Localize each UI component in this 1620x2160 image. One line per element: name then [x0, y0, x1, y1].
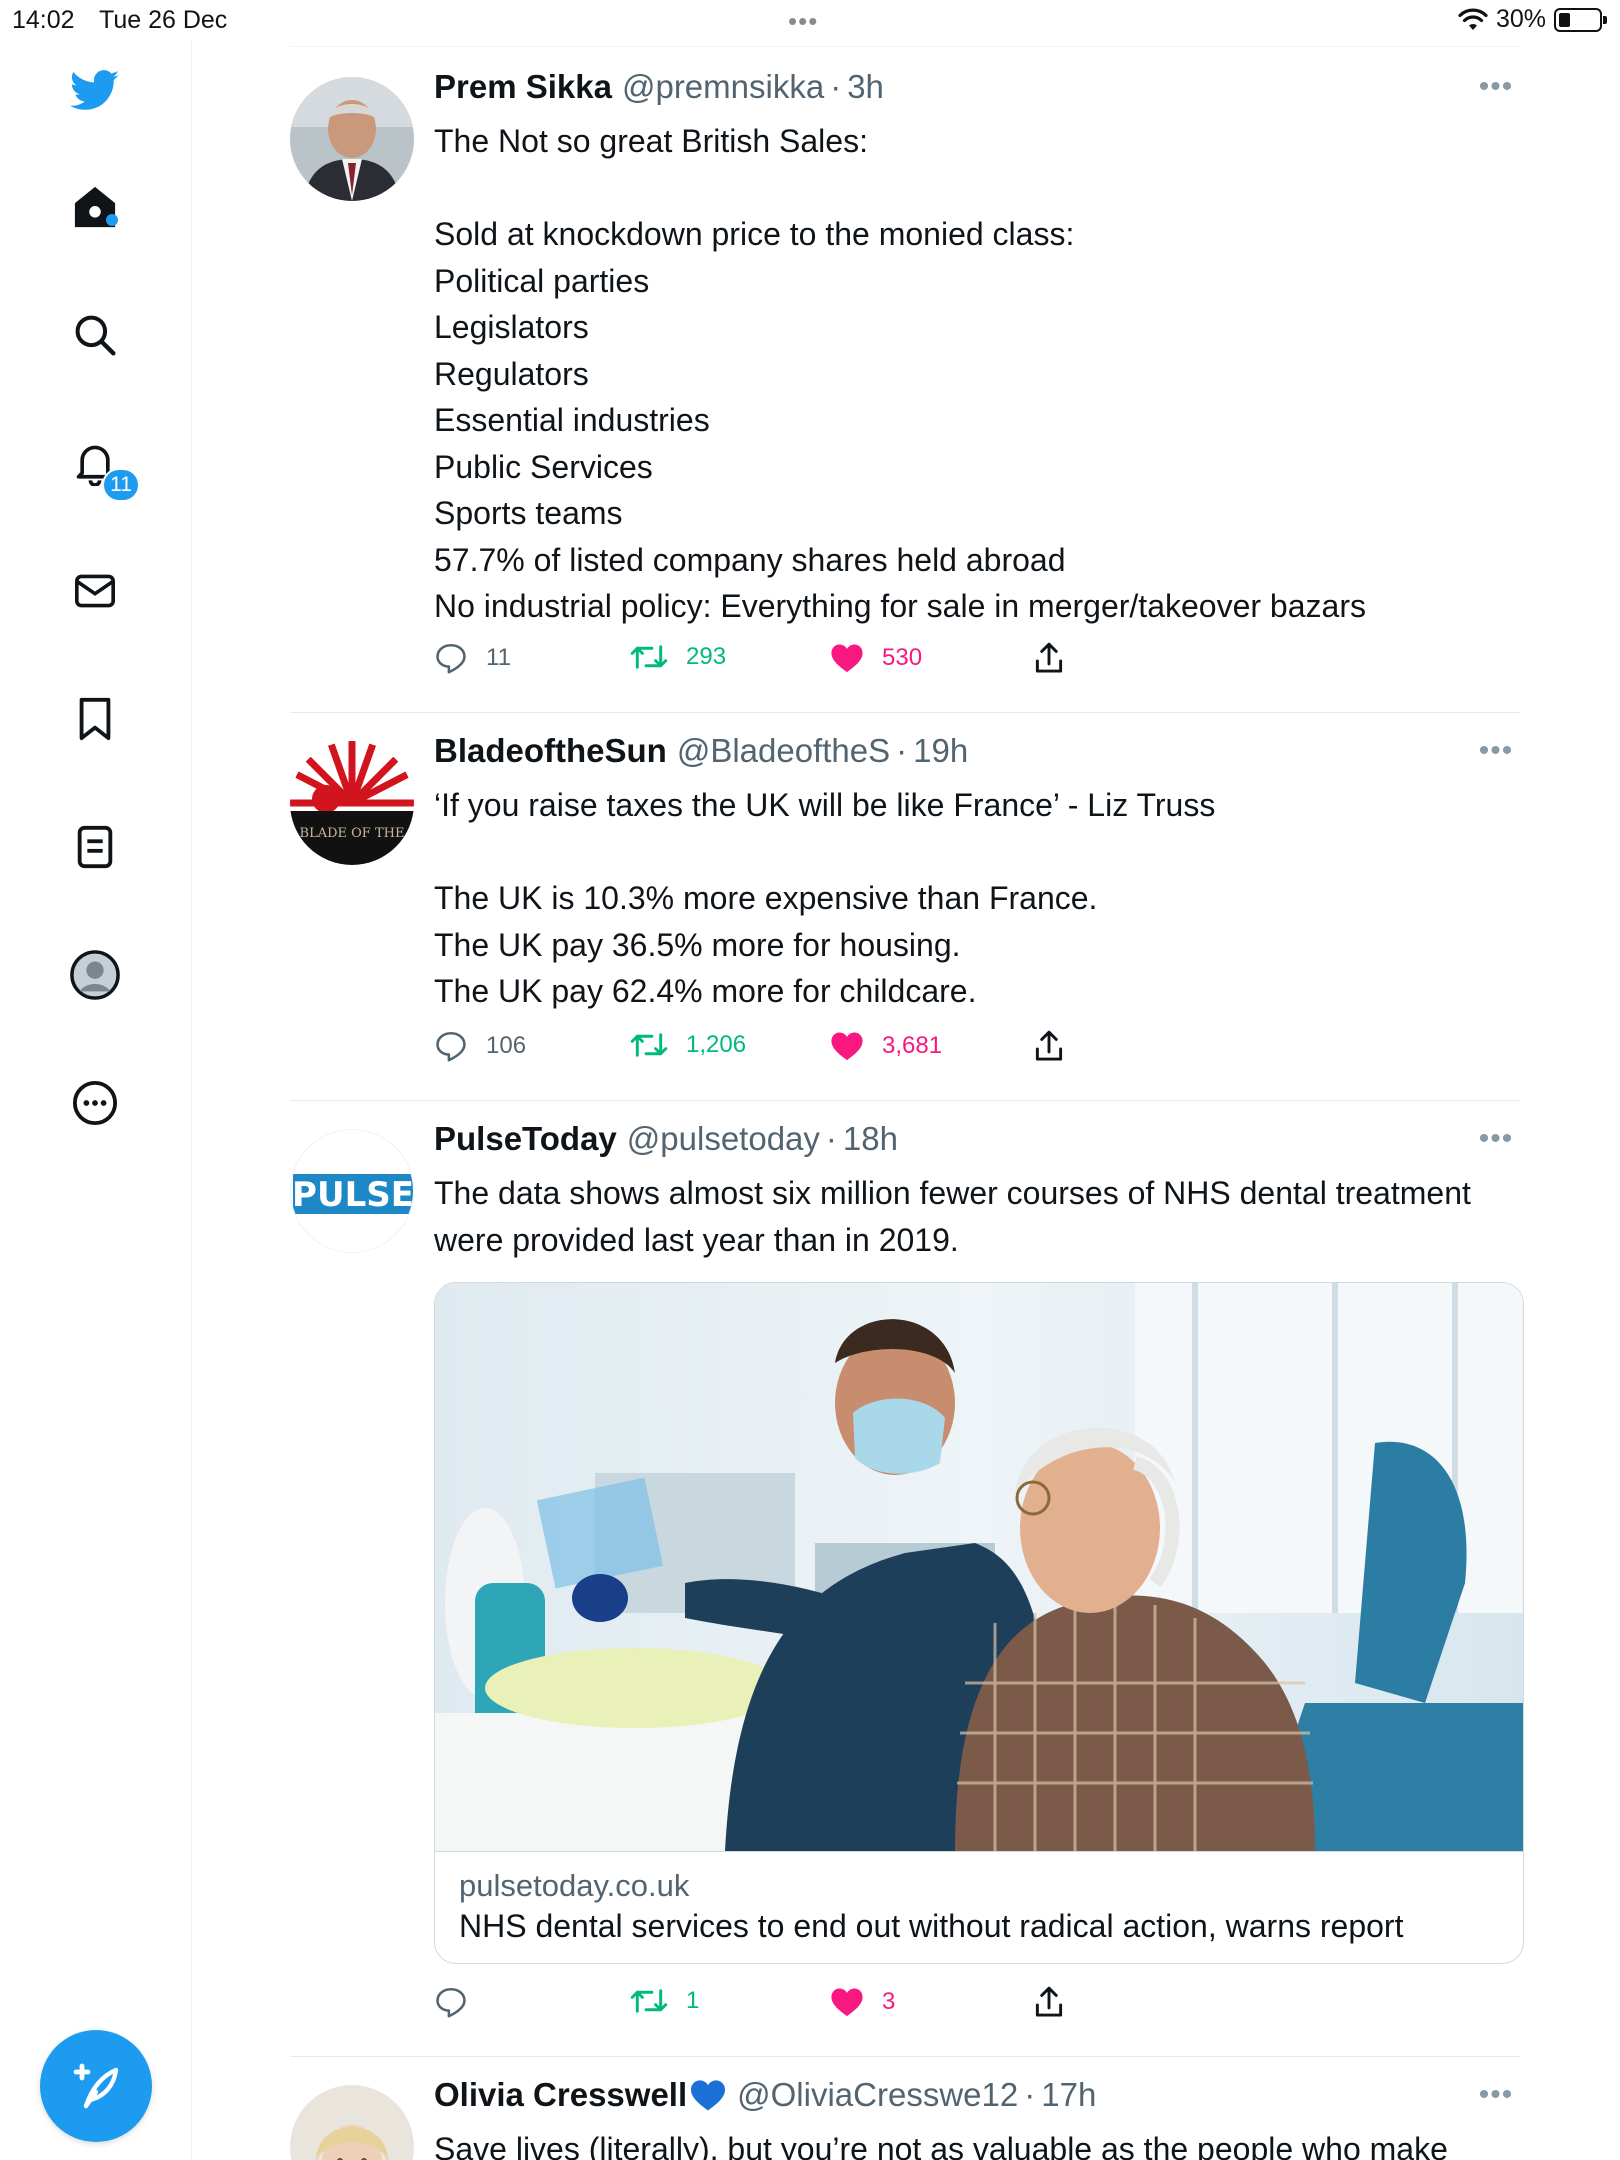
- status-right: 30%: [1458, 5, 1607, 34]
- tweet-text: Save lives (literally), but you’re not a…: [434, 2131, 1448, 2160]
- tweet-more-icon[interactable]: •••: [1472, 734, 1520, 768]
- reply-count: 106: [486, 1032, 527, 1059]
- messages-envelope-icon[interactable]: [70, 566, 120, 616]
- link-card-domain: pulsetoday.co.uk: [459, 1868, 690, 1903]
- retweet-button[interactable]: 1,206: [630, 1030, 746, 1060]
- home-unread-dot: [106, 214, 118, 226]
- author-name[interactable]: PulseToday: [434, 1120, 617, 1158]
- tweet-header: PulseToday @pulsetoday · 18h: [434, 1120, 898, 1158]
- retweet-icon: [630, 1033, 668, 1057]
- share-button[interactable]: [1034, 1030, 1064, 1062]
- twitter-logo-icon[interactable]: [70, 66, 120, 116]
- retweet-count: 1,206: [686, 1031, 747, 1058]
- battery-icon: [1554, 7, 1607, 32]
- tweet-oliviacresswell[interactable]: Olivia Cresswell @OliviaCresswe12 · 17h …: [290, 2056, 1520, 2160]
- share-icon: [1035, 1030, 1063, 1061]
- like-button[interactable]: 3: [830, 1986, 895, 2018]
- compose-feather-icon: [73, 2063, 119, 2109]
- tweet-actions: 1 3: [434, 1986, 1524, 2032]
- reply-icon: [436, 1031, 466, 1062]
- retweet-count: 1: [686, 1987, 700, 2014]
- like-count: 3,681: [882, 1032, 943, 1059]
- author-handle[interactable]: @OliviaCresswe12: [737, 2076, 1018, 2114]
- tweet-text: The data shows almost six million fewer …: [434, 1175, 1471, 1258]
- reply-icon: [436, 1987, 466, 2018]
- author-name[interactable]: Olivia Cresswell: [434, 2076, 687, 2114]
- tweet-time[interactable]: 18h: [843, 1120, 898, 1158]
- like-button[interactable]: 530: [830, 642, 922, 674]
- status-bar: 14:02 Tue 26 Dec ••• 30%: [0, 0, 1620, 40]
- link-card-meta[interactable]: pulsetoday.co.uk NHS dental services to …: [435, 1851, 1523, 1963]
- status-time: 14:02: [12, 6, 75, 34]
- retweet-count: 293: [686, 643, 727, 670]
- share-button[interactable]: [1034, 1986, 1064, 2018]
- sidebar: 11: [0, 40, 192, 2160]
- retweet-icon: [630, 1989, 668, 2013]
- share-button[interactable]: [1034, 642, 1064, 674]
- tweet-more-icon[interactable]: •••: [1472, 2078, 1520, 2112]
- avatar[interactable]: PULSE: [290, 1129, 414, 1253]
- reply-button[interactable]: 106: [434, 1030, 526, 1062]
- share-icon: [1035, 642, 1063, 673]
- author-name[interactable]: BladeoftheSun: [434, 732, 667, 770]
- reply-button[interactable]: [434, 1986, 486, 2018]
- tweet-more-icon[interactable]: •••: [1472, 70, 1520, 104]
- tweet-premsikka[interactable]: Prem Sikka @premnsikka · 3h ••• The Not …: [290, 48, 1520, 713]
- avatar-text: PULSE: [292, 1175, 414, 1215]
- avatar[interactable]: BLADE OF THE: [290, 741, 414, 865]
- heart-filled-icon: [831, 1988, 863, 2017]
- avatar[interactable]: [290, 2085, 414, 2160]
- like-count: 3: [882, 1988, 896, 2015]
- profile-avatar-icon[interactable]: [70, 950, 120, 1000]
- like-count: 530: [882, 644, 923, 671]
- tweet-time[interactable]: 17h: [1041, 2076, 1096, 2114]
- link-card[interactable]: pulsetoday.co.uk NHS dental services to …: [434, 1282, 1524, 1964]
- like-button[interactable]: 3,681: [830, 1030, 942, 1062]
- multitasking-dots-icon[interactable]: •••: [788, 6, 818, 37]
- tweet-pulsetoday[interactable]: PULSE PulseToday @pulsetoday · 18h ••• T…: [290, 1100, 1524, 2057]
- tweet-header: Prem Sikka @premnsikka · 3h: [434, 68, 884, 106]
- tweet-text: ‘If you raise taxes the UK will be like …: [434, 787, 1216, 1009]
- timeline-top-border: [290, 46, 1520, 47]
- share-icon: [1035, 1986, 1063, 2017]
- retweet-button[interactable]: 293: [630, 642, 726, 672]
- tweet-header: Olivia Cresswell @OliviaCresswe12 · 17h: [434, 2076, 1097, 2114]
- bookmarks-icon[interactable]: [70, 694, 120, 744]
- link-card-title: NHS dental services to end out without r…: [459, 1908, 1404, 1944]
- retweet-icon: [630, 645, 668, 669]
- author-name[interactable]: Prem Sikka: [434, 68, 612, 106]
- tweet-more-icon[interactable]: •••: [1472, 1122, 1520, 1156]
- tweet-text: The Not so great British Sales: Sold at …: [434, 123, 1366, 624]
- author-handle[interactable]: @premnsikka: [622, 68, 824, 106]
- tweet-actions: 106 1,206 3,681: [434, 1030, 1524, 1076]
- reply-icon: [436, 643, 466, 674]
- status-date: Tue 26 Dec: [99, 6, 228, 34]
- author-handle[interactable]: @BladeoftheS: [677, 732, 890, 770]
- search-icon[interactable]: [70, 310, 120, 360]
- tweet-time[interactable]: 3h: [847, 68, 884, 106]
- reply-button[interactable]: 11: [434, 642, 511, 674]
- author-handle[interactable]: @pulsetoday: [627, 1120, 820, 1158]
- link-card-image[interactable]: [435, 1283, 1523, 1851]
- tweet-time[interactable]: 19h: [913, 732, 968, 770]
- battery-percent: 30%: [1495, 5, 1546, 33]
- heart-filled-icon: [831, 644, 863, 673]
- notifications-badge: 11: [102, 468, 140, 502]
- tweet-header: BladeoftheSun @BladeoftheS · 19h: [434, 732, 969, 770]
- reply-count: 11: [486, 644, 511, 671]
- more-options-icon[interactable]: [70, 1078, 120, 1128]
- wifi-icon: [1458, 8, 1488, 30]
- tweet-actions: 11 293 530: [434, 642, 1524, 688]
- avatar[interactable]: [290, 77, 414, 201]
- heart-filled-icon: [831, 1032, 863, 1061]
- compose-tweet-button[interactable]: [40, 2030, 152, 2142]
- blue-heart-emoji-icon: [691, 2080, 726, 2111]
- retweet-button[interactable]: 1: [630, 1986, 699, 2016]
- avatar-text: BLADE OF THE: [300, 826, 405, 841]
- tweet-bladeofthesun[interactable]: BLADE OF THE BladeoftheSun @BladeoftheS …: [290, 712, 1520, 1101]
- lists-icon[interactable]: [70, 822, 120, 872]
